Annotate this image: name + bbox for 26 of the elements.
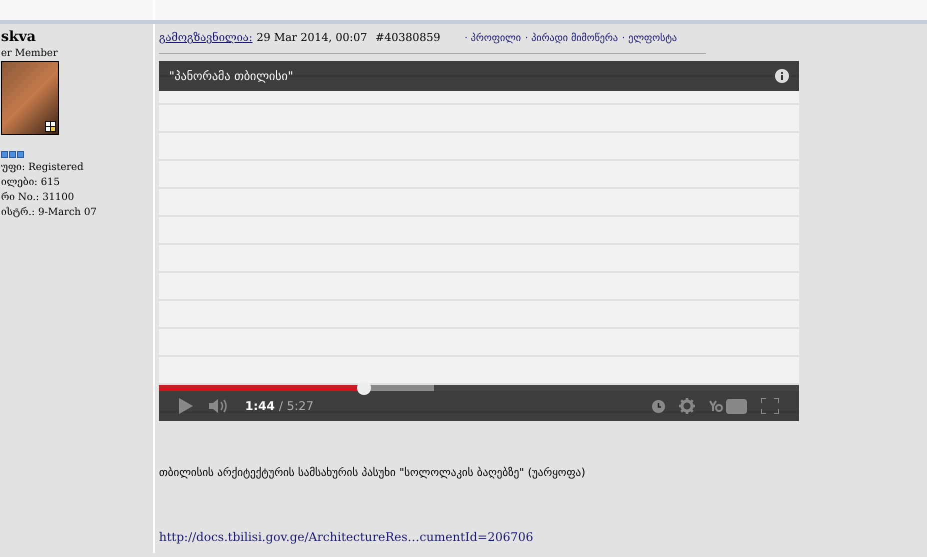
info-icon[interactable] — [775, 69, 789, 83]
volume-icon[interactable] — [209, 398, 229, 414]
profile-action-link[interactable]: · პროფილი — [464, 31, 521, 46]
author-rank: er Member — [1, 47, 58, 61]
author-posts: ილები: 615 — [1, 176, 60, 190]
post-text: თბილისის არქიტექტურის სამსახურის პასუხი "სოლოლაკის ბაღებზე" (უარყოფა) — [159, 465, 586, 481]
registration-date: ისტრ.: 9-March 07 — [1, 206, 97, 220]
author-group: უფი: Registered — [1, 160, 84, 175]
profile-action-link[interactable]: · ელფოსტა — [622, 31, 677, 46]
current-time: 1:44 — [245, 398, 275, 415]
clock-icon[interactable] — [652, 400, 665, 412]
duration: / 5:27 — [278, 398, 314, 415]
member-number: რი No.: 31100 — [1, 190, 74, 205]
rank-pips — [1, 151, 24, 158]
post-number: #40380859 — [375, 30, 440, 46]
author-name: skva — [1, 28, 36, 46]
fullscreen-icon[interactable] — [761, 398, 779, 414]
document-link[interactable]: http://docs.tbilisi.gov.ge/ArchitectureRes…cumentId=206706 — [159, 528, 915, 546]
profile-action-link[interactable]: · პირადი მიმოწერა — [524, 31, 618, 46]
settings-icon[interactable] — [679, 398, 695, 414]
grid-icon — [45, 121, 56, 132]
post-date: 29 Mar 2014, 00:07 — [256, 30, 368, 46]
sent-label-link[interactable]: გამოგზავნილია: — [159, 30, 252, 47]
player-logo-icon[interactable] — [709, 398, 747, 414]
video-title: "პანორამა თბილისი" — [169, 68, 294, 85]
play-icon[interactable] — [179, 398, 193, 414]
